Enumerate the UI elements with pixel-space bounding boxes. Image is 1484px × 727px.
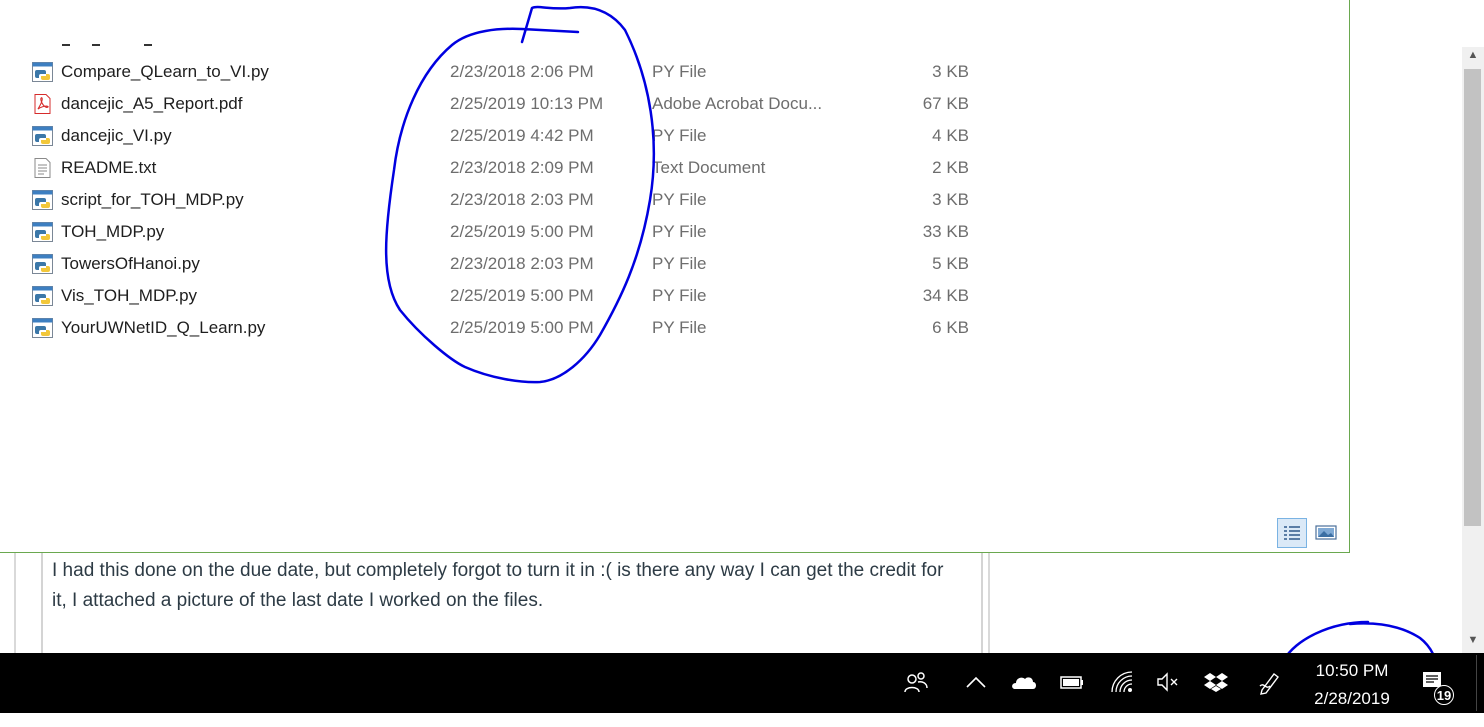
file-size: 2 KB [932,158,969,177]
file-row[interactable]: dancejic_A5_Report.pdf 2/25/2019 10:13 PM… [0,88,1000,120]
python-file-icon [32,286,53,306]
text-file-icon [32,158,53,178]
file-date-modified: 2/23/2018 2:03 PM [450,190,594,209]
bottom-strip [0,713,1484,727]
file-size: 3 KB [932,62,969,81]
file-row[interactable]: dancejic_VI.py 2/25/2019 4:42 PM PY File 4 … [0,120,1000,152]
taskbar-clock[interactable]: 10:50 PM 2/28/2019 [1295,657,1409,713]
page-column-border [14,550,16,653]
file-name: dancejic_A5_Report.pdf [61,94,243,113]
file-size: 67 KB [922,94,969,113]
file-name: script_for_TOH_MDP.py [61,190,244,209]
notification-count-badge: 19 [1434,685,1454,705]
file-row[interactable]: Compare_QLearn_to_VI.py 2/23/2018 2:06 PM… [0,56,1000,88]
large-icons-view-icon [1315,525,1337,540]
large-icons-view-button[interactable] [1312,518,1342,548]
python-file-icon [32,62,53,82]
file-row[interactable]: README.txt 2/23/2018 2:09 PM Text Document… [0,152,1000,184]
details-view-icon [1284,526,1300,540]
file-size: 6 KB [932,318,969,337]
file-date-modified: 2/25/2019 4:42 PM [450,126,594,145]
onedrive-icon[interactable] [1010,668,1038,696]
page-column-border [988,550,990,653]
file-date-modified: 2/23/2018 2:06 PM [450,62,594,81]
pdf-file-icon [32,94,53,114]
file-date-modified: 2/23/2018 2:03 PM [450,254,594,273]
file-size: 5 KB [932,254,969,273]
file-row[interactable]: YourUWNetID_Q_Learn.py 2/25/2019 5:00 PM P… [0,312,1000,344]
file-name: README.txt [61,158,157,177]
python-file-icon [32,318,53,338]
file-row[interactable]: TowersOfHanoi.py 2/23/2018 2:03 PM PY File… [0,248,1000,280]
file-row[interactable]: TOH_MDP.py 2/25/2019 5:00 PM PY File 33 KB [0,216,1000,248]
file-size: 4 KB [932,126,969,145]
show-desktop-divider[interactable] [1476,655,1477,711]
file-name: YourUWNetID_Q_Learn.py [61,318,266,337]
scrollbar-thumb[interactable] [1464,69,1481,526]
file-row[interactable]: script_for_TOH_MDP.py 2/23/2018 2:03 PM PY… [0,184,1000,216]
wifi-icon[interactable] [1108,668,1136,696]
python-file-icon [32,254,53,274]
details-view-button[interactable] [1277,518,1307,548]
file-date-modified: 2/23/2018 2:09 PM [450,158,594,177]
file-date-modified: 2/25/2019 5:00 PM [450,318,594,337]
file-type: PY File [652,62,707,81]
python-file-icon [32,190,53,210]
file-explorer-window: Compare_QLearn_to_VI.py 2/23/2018 2:06 PM… [0,0,1350,553]
file-type: PY File [652,190,707,209]
clock-date: 2/28/2019 [1314,689,1390,708]
file-type: PY File [652,222,707,241]
file-type: PY File [652,318,707,337]
file-date-modified: 2/25/2019 5:00 PM [450,286,594,305]
file-name: TowersOfHanoi.py [61,254,200,273]
file-type: PY File [652,254,707,273]
volume-muted-icon[interactable] [1154,668,1182,696]
people-icon[interactable] [902,668,930,696]
scroll-down-icon[interactable]: ▼ [1462,632,1484,648]
battery-icon[interactable] [1058,668,1086,696]
file-name: Compare_QLearn_to_VI.py [61,62,269,81]
file-name: Vis_TOH_MDP.py [61,286,198,305]
file-type: Adobe Acrobat Docu... [652,94,823,113]
python-file-icon [32,222,53,242]
file-size: 3 KB [932,190,969,209]
file-type: PY File [652,286,707,305]
dropbox-icon[interactable] [1202,668,1230,696]
pen-icon[interactable] [1256,668,1284,696]
file-row[interactable]: Vis_TOH_MDP.py 2/25/2019 5:00 PM PY File 34… [0,280,1000,312]
scroll-up-icon[interactable]: ▲ [1462,47,1484,63]
file-name: TOH_MDP.py [61,222,165,241]
file-size: 34 KB [922,286,969,305]
file-name: dancejic_VI.py [61,126,172,145]
file-date-modified: 2/25/2019 10:13 PM [450,94,604,113]
comment-text: I had this done on the due date, but com… [52,560,944,611]
file-date-modified: 2/25/2019 5:00 PM [450,222,594,241]
chevron-up-icon[interactable] [962,668,990,696]
file-type: PY File [652,126,707,145]
file-type: Text Document [652,158,766,177]
python-file-icon [32,126,53,146]
partial-row-cut [34,40,164,48]
file-size: 33 KB [922,222,969,241]
clock-time: 10:50 PM [1315,661,1389,680]
